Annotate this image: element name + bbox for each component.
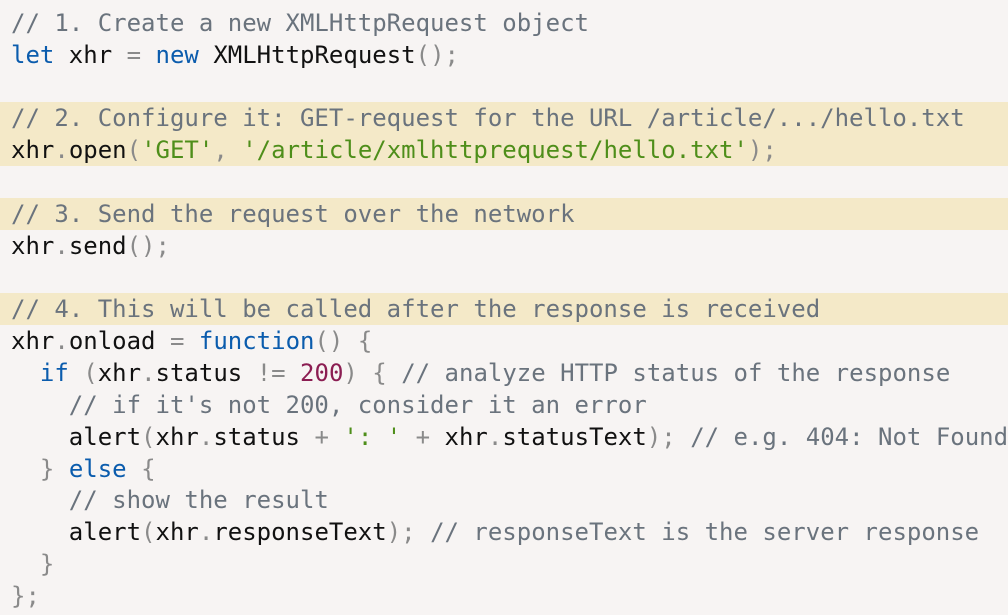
code-line-highlighted: // 2. Configure it: GET-request for the … <box>0 102 1008 134</box>
code-line: if (xhr.status != 200) { // analyze HTTP… <box>0 357 1008 389</box>
code-identifier: xhr <box>430 423 488 451</box>
code-comment: // 2. Configure it: GET-request for the … <box>11 104 965 132</box>
code-identifier: onload <box>68 327 170 355</box>
code-identifier: xhr <box>11 136 55 164</box>
code-identifier <box>141 41 155 69</box>
code-identifier: alert <box>11 518 142 546</box>
code-punctuation: ); <box>646 423 691 451</box>
code-block: // 1. Create a new XMLHttpRequest object… <box>0 0 1008 615</box>
code-string: 'GET' <box>141 136 214 164</box>
code-line: // if it's not 200, consider it an error <box>0 389 1008 421</box>
code-identifier: alert <box>11 423 142 451</box>
code-comment: // if it's not 200, consider it an error <box>68 391 647 419</box>
code-comment: // 1. Create a new XMLHttpRequest object <box>11 9 589 37</box>
code-identifier: xhr <box>54 41 127 69</box>
code-punctuation: { <box>141 455 156 483</box>
code-punctuation: (); <box>126 232 170 260</box>
code-identifier <box>11 486 69 514</box>
code-line: xhr.onload = function() { <box>0 325 1008 357</box>
code-string: '/article/xmlhttprequest/hello.txt' <box>242 136 748 164</box>
code-identifier: xhr <box>155 518 199 546</box>
code-line-highlighted: // 4. This will be called after the resp… <box>0 293 1008 325</box>
code-identifier <box>11 455 40 483</box>
code-identifier: statusText <box>502 423 647 451</box>
code-comment: // 4. This will be called after the resp… <box>11 295 821 323</box>
code-identifier <box>11 359 40 387</box>
code-punctuation: ); <box>386 518 431 546</box>
code-line: }; <box>0 580 1008 612</box>
code-identifier: responseText <box>213 518 387 546</box>
code-punctuation: () { <box>314 327 373 355</box>
code-punctuation: }; <box>11 582 40 610</box>
code-punctuation: ) { <box>343 359 402 387</box>
code-identifier: send <box>68 232 127 260</box>
code-comment: // responseText is the server response <box>430 518 980 546</box>
code-punctuation: } <box>39 550 55 578</box>
code-identifier <box>11 550 40 578</box>
code-comment: // e.g. 404: Not Found <box>690 423 1008 451</box>
code-identifier: status <box>155 359 257 387</box>
code-identifier: open <box>68 136 127 164</box>
code-punctuation: . <box>54 136 69 164</box>
code-identifier <box>184 327 198 355</box>
code-keyword: else <box>68 455 127 483</box>
code-identifier: xhr <box>11 232 55 260</box>
code-punctuation: (); <box>415 41 459 69</box>
code-line: // 1. Create a new XMLHttpRequest object <box>0 7 1008 39</box>
code-keyword: let <box>11 41 55 69</box>
code-punctuation: + <box>415 423 431 451</box>
code-line-highlighted: xhr.open('GET', '/article/xmlhttprequest… <box>0 134 1008 166</box>
code-identifier: xhr <box>11 327 55 355</box>
code-line: // show the result <box>0 484 1008 516</box>
code-comment: // analyze HTTP status of the response <box>401 359 951 387</box>
code-punctuation: ( <box>141 423 156 451</box>
code-punctuation: ); <box>747 136 777 164</box>
code-line: xhr.send(); <box>0 230 1008 262</box>
code-punctuation: != <box>256 359 286 387</box>
code-punctuation: = <box>169 327 185 355</box>
code-punctuation: , <box>213 136 243 164</box>
code-punctuation: . <box>54 327 69 355</box>
code-line: alert(xhr.status + ': ' + xhr.statusText… <box>0 421 1008 453</box>
code-identifier <box>286 359 300 387</box>
code-line: } <box>0 548 1008 580</box>
code-punctuation: = <box>126 41 142 69</box>
code-punctuation: ( <box>126 136 142 164</box>
code-punctuation: . <box>198 423 214 451</box>
code-identifier <box>11 391 69 419</box>
code-keyword: if <box>39 359 69 387</box>
code-identifier <box>329 423 343 451</box>
code-number: 200 <box>300 359 344 387</box>
code-keyword: new <box>155 41 199 69</box>
code-line-highlighted: // 3. Send the request over the network <box>0 198 1008 230</box>
code-identifier: status <box>213 423 315 451</box>
code-punctuation: . <box>198 518 214 546</box>
code-string: ': ' <box>343 423 402 451</box>
code-identifier: XMLHttpRequest <box>198 41 416 69</box>
code-line: let xhr = new XMLHttpRequest(); <box>0 39 1008 71</box>
code-punctuation: ( <box>141 518 156 546</box>
code-identifier <box>69 359 83 387</box>
code-comment: // 3. Send the request over the network <box>11 200 575 228</box>
code-punctuation: . <box>141 359 156 387</box>
code-identifier <box>401 423 415 451</box>
code-punctuation: + <box>314 423 329 451</box>
code-comment: // show the result <box>68 486 329 514</box>
code-punctuation: } <box>39 455 69 483</box>
code-identifier: xhr <box>97 359 142 387</box>
code-punctuation: . <box>487 423 503 451</box>
code-keyword: function <box>198 327 315 355</box>
code-identifier <box>127 455 141 483</box>
code-punctuation: . <box>54 232 69 260</box>
code-identifier: xhr <box>155 423 199 451</box>
code-line: alert(xhr.responseText); // responseText… <box>0 516 1008 548</box>
code-punctuation: ( <box>83 359 98 387</box>
code-line: } else { <box>0 453 1008 485</box>
